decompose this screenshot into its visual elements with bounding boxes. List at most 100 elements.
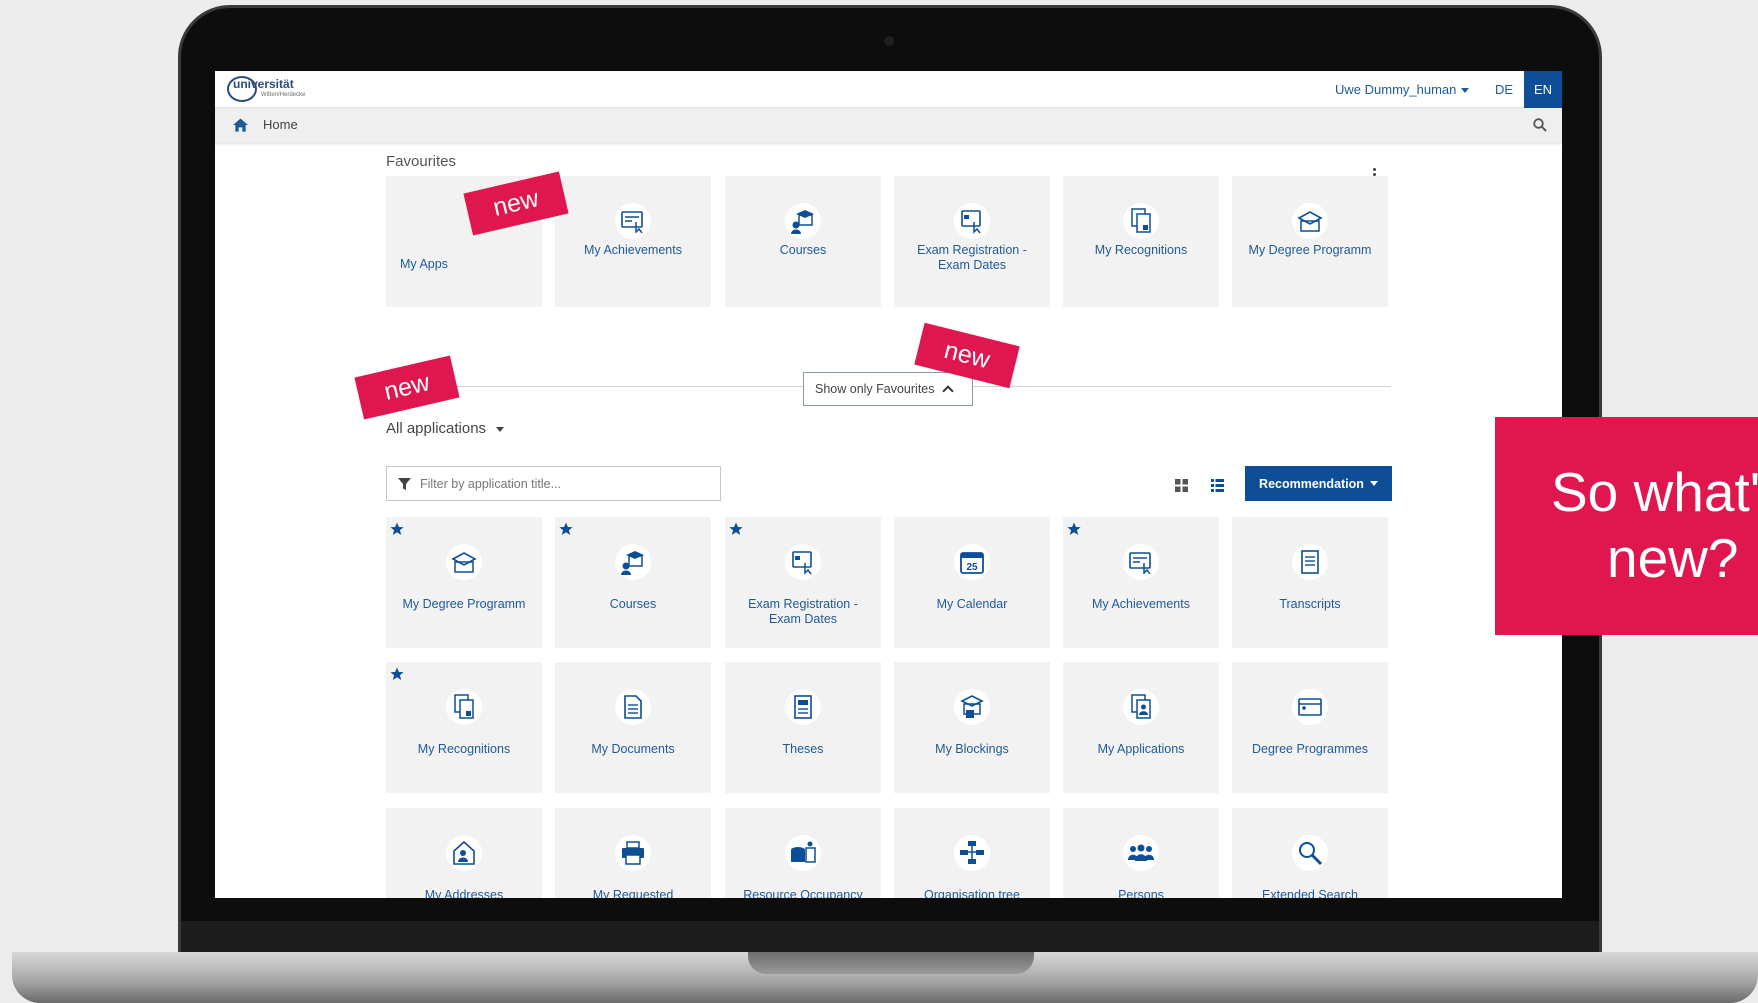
breadcrumb-home[interactable]: Home <box>263 117 298 132</box>
app-tile-label: My Requested <box>592 888 674 898</box>
persons-icon <box>1123 835 1159 871</box>
app-tile-courses[interactable]: Courses <box>725 176 881 307</box>
my-requested-icon <box>615 835 651 871</box>
recommendation-dropdown-button[interactable]: Recommendation <box>1245 466 1392 501</box>
nav-bar: Home <box>215 108 1562 142</box>
all-applications-label: All applications <box>386 420 487 437</box>
favourite-star-icon[interactable] <box>559 522 573 536</box>
my-blockings-icon <box>954 689 990 725</box>
app-tile-transcripts[interactable]: Transcripts <box>1232 517 1388 648</box>
app-tile-label: Resource Occupancy <box>743 888 863 898</box>
app-tile-my-blockings[interactable]: My Blockings <box>894 662 1050 793</box>
show-only-favourites-button[interactable]: Show only Favourites <box>803 372 973 406</box>
app-tile-theses[interactable]: Theses <box>725 662 881 793</box>
transcripts-icon <box>1292 544 1328 580</box>
all-applications-dropdown[interactable]: All applications <box>386 420 505 437</box>
user-menu[interactable]: Uwe Dummy_human <box>1335 82 1470 97</box>
show-only-favourites-label: Show only Favourites <box>815 382 935 396</box>
favourite-star-icon[interactable] <box>729 522 743 536</box>
grid-view-icon[interactable] <box>1175 479 1188 492</box>
favourite-star-icon[interactable] <box>1067 522 1081 536</box>
app-tile-label: Courses <box>779 243 827 257</box>
my-achievements-icon <box>1123 544 1159 580</box>
app-tile-my-requested[interactable]: My Requested <box>555 808 711 898</box>
app-tile-my-recognitions[interactable]: My Recognitions <box>386 662 542 793</box>
extended-search-icon <box>1292 835 1328 871</box>
app-tile-label: Organisation tree <box>924 888 1020 898</box>
my-recognitions-icon <box>1123 203 1159 239</box>
app-tile-label: Exam Registration - Exam Dates <box>748 597 858 626</box>
app-tile-label: Degree Programmes <box>1251 742 1368 756</box>
browser-screen: universität Witten/Herdecke Uwe Dummy_hu… <box>215 71 1562 898</box>
app-tile-label: My Applications <box>1097 742 1185 756</box>
app-tile-label: Transcripts <box>1279 597 1341 611</box>
organisation-tree-icon <box>954 835 990 871</box>
app-tile-my-documents[interactable]: My Documents <box>555 662 711 793</box>
my-recognitions-icon <box>446 689 482 725</box>
list-view-icon[interactable] <box>1211 479 1224 492</box>
exam-registration-exam-dates-icon <box>954 203 990 239</box>
favourite-star-icon[interactable] <box>390 522 404 536</box>
home-icon[interactable] <box>233 118 248 132</box>
app-tile-label: My Degree Programm <box>402 597 526 611</box>
app-tile-my-recognitions[interactable]: My Recognitions <box>1063 176 1219 307</box>
language-de-button[interactable]: DE <box>1495 82 1513 97</box>
app-tile-label: My Achievements <box>1092 597 1190 611</box>
app-tile-label: Theses <box>782 742 824 756</box>
university-logo[interactable]: universität Witten/Herdecke <box>227 75 305 103</box>
chevron-up-icon <box>941 385 954 397</box>
my-addresses-icon <box>446 835 482 871</box>
promo-banner: So what's new? <box>1495 417 1758 635</box>
logo-text: universität <box>233 77 294 91</box>
filter-input[interactable] <box>420 467 715 500</box>
app-tile-my-achievements[interactable]: My Achievements <box>1063 517 1219 648</box>
filter-icon <box>398 478 411 490</box>
top-bar: universität Witten/Herdecke Uwe Dummy_hu… <box>215 71 1562 108</box>
app-tile-my-degree-programm[interactable]: My Degree Programm <box>1232 176 1388 307</box>
promo-line-2: new? <box>1607 527 1739 589</box>
filter-field <box>386 466 721 501</box>
search-icon[interactable] <box>1533 118 1547 132</box>
degree-programmes-icon <box>1292 689 1328 725</box>
caret-down-icon <box>1369 481 1378 486</box>
app-tile-my-calendar[interactable]: 25 My Calendar <box>894 517 1050 648</box>
app-tile-label: Persons <box>1118 888 1164 898</box>
exam-registration-exam-dates-icon <box>785 544 821 580</box>
app-tile-my-degree-programm[interactable]: My Degree Programm <box>386 517 542 648</box>
user-name: Uwe Dummy_human <box>1335 82 1457 97</box>
app-tile-label: Extended Search <box>1262 888 1358 898</box>
language-en-button[interactable]: EN <box>1524 71 1562 108</box>
theses-icon <box>785 689 821 725</box>
resource-occupancy-icon <box>785 835 821 871</box>
camera <box>884 36 894 46</box>
my-achievements-icon <box>615 203 651 239</box>
app-tile-label: My Addresses <box>424 888 504 898</box>
app-tile-my-achievements[interactable]: My Achievements <box>555 176 711 307</box>
app-tile-exam-registration-exam-dates[interactable]: Exam Registration - Exam Dates <box>894 176 1050 307</box>
app-tile-my-addresses[interactable]: My Addresses <box>386 808 542 898</box>
app-tile-resource-occupancy[interactable]: Resource Occupancy <box>725 808 881 898</box>
app-tile-persons[interactable]: Persons <box>1063 808 1219 898</box>
caret-down-icon <box>1461 88 1470 94</box>
app-tile-exam-registration-exam-dates[interactable]: Exam Registration - Exam Dates <box>725 517 881 648</box>
my-degree-programm-icon <box>1292 203 1328 239</box>
app-tile-label: My Calendar <box>936 597 1008 611</box>
app-tile-label: My Achievements <box>584 243 682 257</box>
my-calendar-icon: 25 <box>954 544 990 580</box>
recommendation-label: Recommendation <box>1259 476 1364 491</box>
app-tile-organisation-tree[interactable]: Organisation tree <box>894 808 1050 898</box>
svg-text:25: 25 <box>966 562 978 573</box>
app-tile-courses[interactable]: Courses <box>555 517 711 648</box>
laptop-notch <box>748 952 1034 974</box>
my-documents-icon <box>615 689 651 725</box>
app-tile-degree-programmes[interactable]: Degree Programmes <box>1232 662 1388 793</box>
favourite-star-icon[interactable] <box>390 667 404 681</box>
app-tile-label: Exam Registration - Exam Dates <box>917 243 1027 272</box>
courses-icon <box>615 544 651 580</box>
app-tile-label: My Documents <box>591 742 675 756</box>
caret-down-icon <box>496 426 505 432</box>
app-tile-my-applications[interactable]: My Applications <box>1063 662 1219 793</box>
my-applications-icon <box>1123 689 1159 725</box>
favourites-title: Favourites <box>386 153 457 170</box>
app-tile-extended-search[interactable]: Extended Search <box>1232 808 1388 898</box>
